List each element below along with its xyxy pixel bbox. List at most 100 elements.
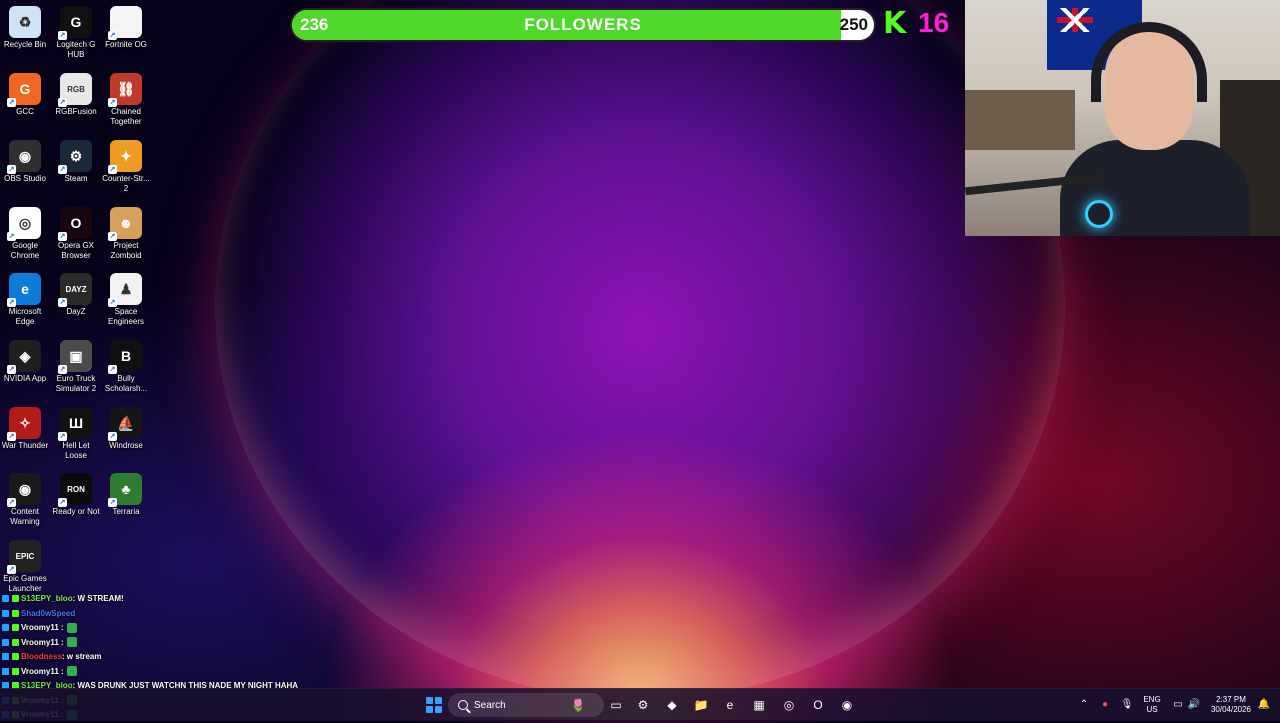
chat-badge-icon [2,624,9,632]
desktop-icon[interactable]: RON ↗ Ready or Not [51,473,101,517]
opera-gx-icon[interactable]: O [806,693,830,717]
followers-goal-bar: FOLLOWERS 236 250 [290,8,876,42]
chat-badge-icon [12,638,19,646]
desktop-icon[interactable]: ◉ ↗ OBS Studio [0,140,50,184]
task-view-icon[interactable]: ▭ [604,693,628,717]
show-hidden-icons-icon[interactable]: ⌃ [1076,689,1092,721]
desktop-icon[interactable]: ↗ Fortnite OG [101,6,151,50]
kick-logo-icon: K [883,6,907,41]
shortcut-arrow-icon: ↗ [108,31,117,40]
desktop-icon[interactable]: EPIC ↗ Epic Games Launcher [0,540,50,594]
desktop-icon-label: Terraria [112,507,140,516]
desktop-icon-label: Microsoft Edge [8,307,42,326]
file-icon: ↗ [108,6,142,40]
microsoft-edge-icon: e ↗ [7,273,41,307]
google-chrome-icon: ◎ ↗ [7,207,41,241]
terraria-icon: ♣ ↗ [108,473,142,507]
chat-emote-icon [66,637,77,648]
desktop-icon-label: Logitech G HUB [56,40,96,59]
chat-emote-icon [66,622,77,633]
nvidia-app-icon: ◈ ↗ [7,340,41,374]
steam-icon: ⚙ ↗ [58,140,92,174]
desktop-icon[interactable]: ▣ ↗ Euro Truck Simulator 2 [51,340,101,394]
desktop-icon-label: Chained Together [110,107,142,126]
desktop-icon-label: GCC [16,107,34,116]
shortcut-arrow-icon: ↗ [108,365,117,374]
desktop-icon[interactable]: O ↗ Opera GX Browser [51,207,101,261]
desktop-icon[interactable]: ♻ Recycle Bin [0,6,50,50]
language-code: ENG [1143,695,1161,704]
recycle-bin-icon: ♻ [9,6,41,38]
kick-viewer-count: 16 [918,7,950,38]
background-shelf [965,90,1075,150]
desktop-icon[interactable]: ♟ ↗ Space Engineers [101,273,151,327]
shortcut-arrow-icon: ↗ [58,31,67,40]
desktop-icon[interactable]: ✦ ↗ Counter-Str... 2 [101,140,151,194]
chat-text: : [58,637,64,647]
desktop-icon[interactable]: ⛵ ↗ Windrose [101,407,151,451]
microphone-icon[interactable]: 🎙 [1118,689,1136,721]
chat-username: Bloodness [21,652,62,661]
desktop-icon[interactable]: G ↗ Logitech G HUB [51,6,101,60]
desktop-icon[interactable]: ☻ ↗ Project Zomboid [101,207,151,261]
desktop-icon-label: War Thunder [1,441,49,450]
rgbfusion-icon: RGB ↗ [58,73,92,107]
desktop-icon-label: Google Chrome [10,241,40,260]
chat-username: Shad0wSpeed [21,608,76,618]
chrome-icon[interactable]: ◎ [777,693,801,717]
euro-truck-simulator-icon: ▣ ↗ [58,340,92,374]
chat-message: Bloodness: w stream [2,650,332,665]
copilot-icon[interactable]: ◆ [660,693,684,717]
desktop-icon[interactable]: ⚙ ↗ Steam [51,140,101,184]
desktop-icon[interactable]: ◉ ↗ Content Warning [0,473,50,527]
notification-bell-icon[interactable]: 🔔 [1256,689,1272,721]
tray-app-icon[interactable]: ● [1096,689,1114,721]
hell-let-loose-icon: Ш ↗ [58,407,92,441]
language-indicator[interactable]: ENG US [1138,689,1166,721]
shortcut-arrow-icon: ↗ [7,432,16,441]
desktop-icon[interactable]: ◈ ↗ NVIDIA App [0,340,50,384]
widgets-icon[interactable]: 🌷 [566,693,590,717]
network-icon[interactable]: ▭ [1170,689,1186,721]
clock-date: 30/04/2026 [1210,705,1252,714]
logitech-g-hub-icon: G ↗ [58,6,92,40]
shortcut-arrow-icon: ↗ [58,365,67,374]
desktop-icon[interactable]: Ш ↗ Hell Let Loose [51,407,101,461]
shortcut-arrow-icon: ↗ [58,298,67,307]
obs-icon[interactable]: ◉ [835,693,859,717]
war-thunder-icon: ✧ ↗ [7,407,41,441]
file-explorer-icon[interactable]: 📁 [689,693,713,717]
search-placeholder: Search [474,699,506,711]
desktop-icon[interactable]: e ↗ Microsoft Edge [0,273,50,327]
volume-icon[interactable]: 🔊 [1186,689,1202,721]
windrose-icon: ⛵ ↗ [108,407,142,441]
desktop-icon[interactable]: B ↗ Bully Scholarsh... [101,340,151,394]
chat-text: : [58,666,64,676]
space-engineers-icon: ♟ ↗ [108,273,142,307]
desktop-icon-label: Fortnite OG [105,40,147,49]
desktop-icon[interactable]: ⛓ ↗ Chained Together [101,73,151,127]
shortcut-arrow-icon: ↗ [7,365,16,374]
chat-username: Vroomy11 [21,623,59,632]
store-icon[interactable]: ▦ [747,693,771,717]
shortcut-arrow-icon: ↗ [108,498,117,507]
desktop-icon[interactable]: G ↗ GCC [0,73,50,117]
desktop-icon-label: RGBFusion [55,107,97,116]
clock[interactable]: 2:37 PM 30/04/2026 [1206,689,1256,721]
followers-target: 250 [839,15,868,34]
shortcut-arrow-icon: ↗ [7,565,16,574]
desktop-icon-label: Bully Scholarsh... [104,374,148,393]
desktop-icon[interactable]: RGB ↗ RGBFusion [51,73,101,117]
shortcut-arrow-icon: ↗ [58,98,67,107]
chat-badge-icon [12,609,19,617]
taskbar: Search 🌷 ▭ ⚙ ◆ 📁 e ▦ ◎ O ◉ ⌃ ● 🎙 ENG US ▭ 🔊 2:37 … [0,688,1280,721]
desktop-icon[interactable]: ✧ ↗ War Thunder [0,407,50,451]
desktop-icon[interactable]: DAYZ ↗ DayZ [51,273,101,317]
start-button[interactable] [422,693,446,717]
edge-icon[interactable]: e [718,693,742,717]
desktop-icon[interactable]: ♣ ↗ Terraria [101,473,151,517]
settings-icon[interactable]: ⚙ [631,693,655,717]
shortcut-arrow-icon: ↗ [58,432,67,441]
desktop-icon[interactable]: ◎ ↗ Google Chrome [0,207,50,261]
windows-start-icon [426,697,442,713]
